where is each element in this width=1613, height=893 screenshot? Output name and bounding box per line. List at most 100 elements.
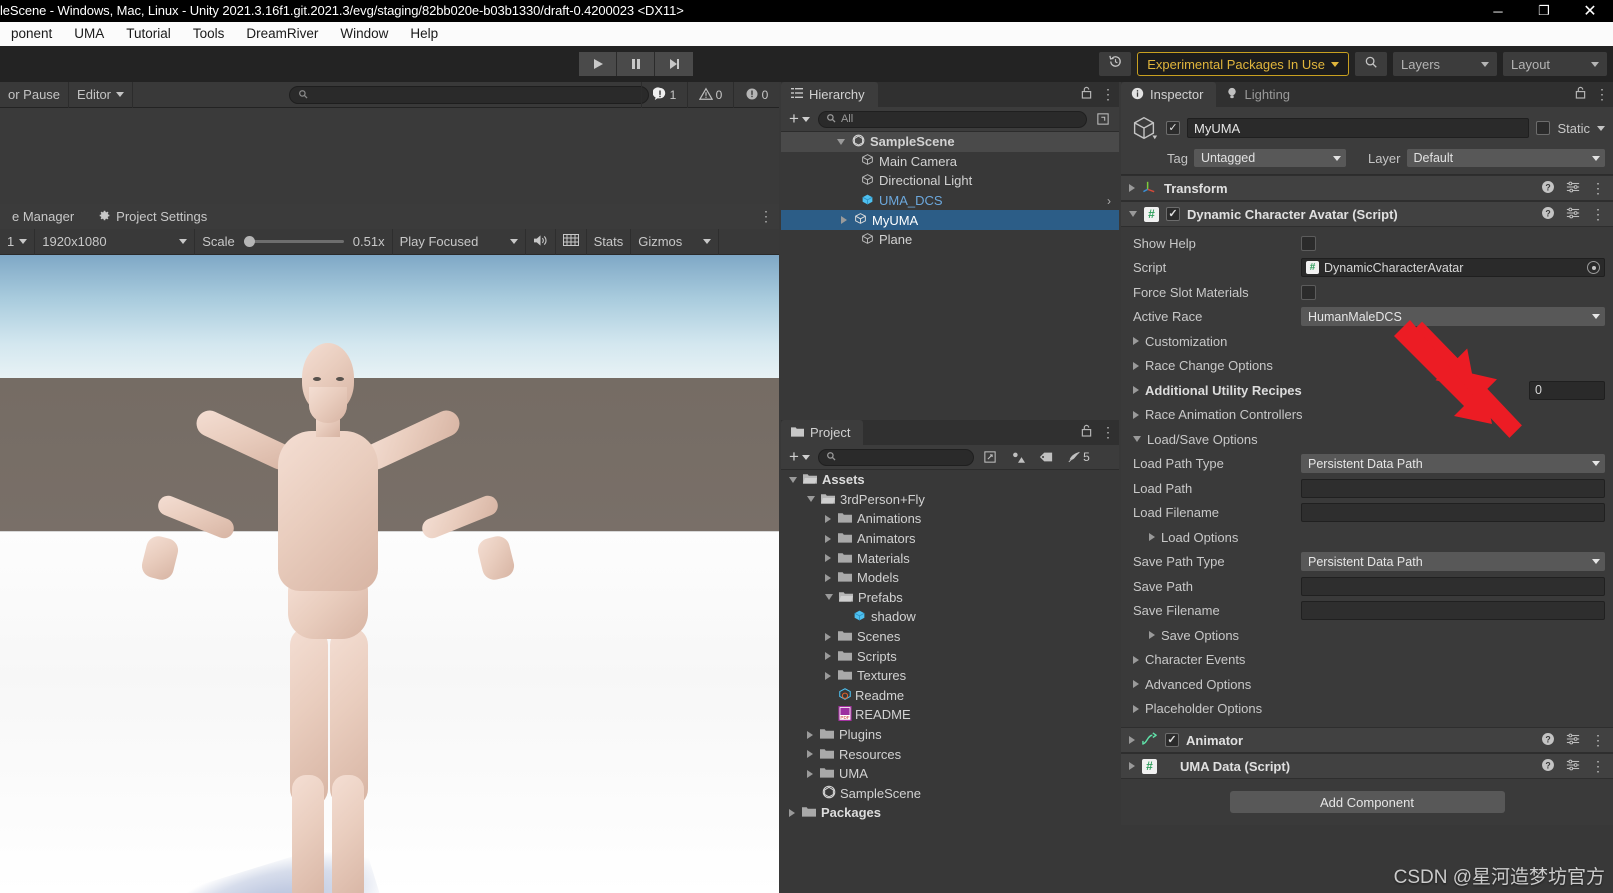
menu-item-tutorial[interactable]: Tutorial	[115, 22, 182, 46]
play-button[interactable]	[579, 52, 617, 76]
grid-toggle-button[interactable]	[556, 228, 587, 255]
menu-item-component[interactable]: ponent	[0, 22, 63, 46]
property-row-additional-utility-recipes[interactable]: Additional Utility Recipes 0	[1121, 378, 1613, 403]
component-header-dynamic-character-avatar[interactable]: # ✓ Dynamic Character Avatar (Script) ? …	[1121, 201, 1613, 227]
property-row-save-options[interactable]: Save Options	[1121, 623, 1613, 648]
console-log-list[interactable]	[0, 108, 779, 204]
layout-dropdown[interactable]: Layout	[1503, 52, 1607, 76]
close-button[interactable]: ✕	[1567, 0, 1613, 22]
project-row-plugins[interactable]: Plugins	[781, 725, 1119, 745]
lock-icon[interactable]	[1081, 424, 1092, 442]
chevron-right-icon[interactable]	[1133, 386, 1139, 395]
project-row-assets[interactable]: Assets	[781, 470, 1119, 490]
lock-icon[interactable]	[1081, 86, 1092, 104]
object-picker-icon[interactable]	[1587, 261, 1600, 275]
chevron-right-icon[interactable]	[825, 671, 831, 680]
add-component-button[interactable]: Add Component	[1229, 791, 1505, 813]
property-row-load-options[interactable]: Load Options	[1121, 525, 1613, 550]
minimize-button[interactable]: ─	[1475, 0, 1521, 22]
hierarchy-add-button[interactable]: +	[785, 109, 814, 129]
console-search-input[interactable]	[289, 86, 649, 104]
object-active-checkbox[interactable]: ✓	[1166, 121, 1180, 135]
show-help-checkbox[interactable]	[1301, 235, 1316, 251]
chevron-down-icon[interactable]	[837, 138, 845, 145]
play-mode-dropdown[interactable]: Play Focused	[393, 228, 526, 255]
chevron-down-icon[interactable]	[1133, 436, 1141, 443]
experimental-packages-button[interactable]: Experimental Packages In Use	[1137, 52, 1349, 76]
chevron-right-icon[interactable]	[1133, 337, 1139, 346]
component-header-transform[interactable]: Transform ? ⋮	[1121, 175, 1613, 201]
chevron-right-icon[interactable]	[1133, 655, 1139, 664]
layers-dropdown[interactable]: Layers	[1393, 52, 1497, 76]
layer-dropdown[interactable]: Default	[1406, 149, 1605, 167]
scale-slider-group[interactable]: Scale 0.51x	[195, 228, 393, 255]
chevron-right-icon[interactable]	[825, 652, 831, 661]
preset-icon[interactable]	[1566, 206, 1580, 223]
component-enabled-checkbox[interactable]: ✓	[1166, 207, 1180, 221]
object-name-input[interactable]: MyUMA	[1187, 118, 1530, 138]
menu-item-help[interactable]: Help	[399, 22, 449, 46]
tab-lighting[interactable]: Lighting	[1216, 82, 1304, 107]
console-editor-dropdown[interactable]: Editor	[69, 81, 134, 108]
load-path-type-dropdown[interactable]: Persistent Data Path	[1301, 454, 1605, 474]
save-path-input[interactable]	[1301, 576, 1605, 596]
property-row-advanced-options[interactable]: Advanced Options	[1121, 672, 1613, 697]
chevron-right-icon[interactable]	[825, 514, 831, 523]
property-row-load-save-options[interactable]: Load/Save Options	[1121, 427, 1613, 452]
tab-project-settings[interactable]: Project Settings	[86, 204, 219, 229]
chevron-right-icon[interactable]	[825, 573, 831, 582]
menu-item-tools[interactable]: Tools	[182, 22, 236, 46]
help-icon[interactable]: ?	[1541, 758, 1555, 775]
chevron-right-icon[interactable]	[1149, 533, 1155, 542]
tab-package-manager[interactable]: e Manager	[0, 204, 86, 229]
chevron-right-icon[interactable]	[1149, 631, 1155, 640]
project-row-uma[interactable]: UMA	[781, 764, 1119, 784]
pause-button[interactable]	[617, 52, 655, 76]
save-filename-input[interactable]	[1301, 601, 1605, 621]
kebab-icon[interactable]: ⋮	[1591, 180, 1605, 197]
project-row-scripts[interactable]: Scripts	[781, 646, 1119, 666]
active-race-dropdown[interactable]: HumanMaleDCS	[1301, 307, 1605, 327]
hierarchy-row-directional-light[interactable]: Directional Light	[781, 171, 1119, 191]
hierarchy-row-main-camera[interactable]: Main Camera	[781, 152, 1119, 172]
load-path-input[interactable]	[1301, 478, 1605, 498]
component-header-animator[interactable]: ✓ Animator ? ⋮	[1121, 727, 1613, 753]
tag-dropdown[interactable]: Untagged	[1193, 149, 1346, 167]
game-viewport[interactable]	[0, 255, 779, 893]
help-icon[interactable]: ?	[1541, 206, 1555, 223]
help-icon[interactable]: ?	[1541, 732, 1555, 749]
slider-knob[interactable]	[243, 236, 255, 247]
project-type-filter-button[interactable]	[1006, 447, 1030, 467]
step-button[interactable]	[655, 52, 693, 76]
project-row-resources[interactable]: Resources	[781, 744, 1119, 764]
chevron-right-icon[interactable]	[807, 750, 813, 759]
kebab-icon[interactable]: ⋮	[1101, 424, 1115, 441]
chevron-right-icon[interactable]	[1129, 184, 1135, 192]
console-info-counter[interactable]: 0	[733, 82, 779, 108]
scale-slider[interactable]	[243, 236, 344, 247]
script-object-field[interactable]: # DynamicCharacterAvatar	[1301, 258, 1605, 278]
save-path-type-dropdown[interactable]: Persistent Data Path	[1301, 552, 1605, 572]
prefab-open-arrow-icon[interactable]: ›	[1107, 194, 1111, 208]
hierarchy-row-samplescene[interactable]: SampleScene	[781, 132, 1119, 152]
project-search-input[interactable]	[817, 448, 974, 466]
hierarchy-row-plane[interactable]: Plane	[781, 230, 1119, 250]
chevron-right-icon[interactable]	[1133, 410, 1139, 419]
component-header-uma-data[interactable]: # UMA Data (Script) ? ⋮	[1121, 753, 1613, 779]
project-row-samplescene[interactable]: SampleScene	[781, 784, 1119, 804]
chevron-right-icon[interactable]	[841, 216, 847, 225]
menu-item-window[interactable]: Window	[329, 22, 399, 46]
kebab-icon[interactable]: ⋮	[1591, 758, 1605, 775]
property-row-customization[interactable]: Customization	[1121, 329, 1613, 354]
force-slot-materials-checkbox[interactable]	[1301, 284, 1316, 300]
hierarchy-filter-button[interactable]	[1091, 109, 1115, 129]
chevron-down-icon[interactable]	[1597, 125, 1605, 131]
property-row-race-animation-controllers[interactable]: Race Animation Controllers	[1121, 403, 1613, 428]
property-row-race-change-options[interactable]: Race Change Options	[1121, 354, 1613, 379]
chevron-right-icon[interactable]	[807, 730, 813, 739]
lock-icon[interactable]	[1575, 86, 1586, 104]
component-enabled-checkbox[interactable]: ✓	[1165, 733, 1179, 747]
preset-icon[interactable]	[1566, 180, 1580, 197]
additional-utility-recipes-size-input[interactable]: 0	[1529, 380, 1605, 400]
chevron-right-icon[interactable]	[1129, 736, 1135, 744]
